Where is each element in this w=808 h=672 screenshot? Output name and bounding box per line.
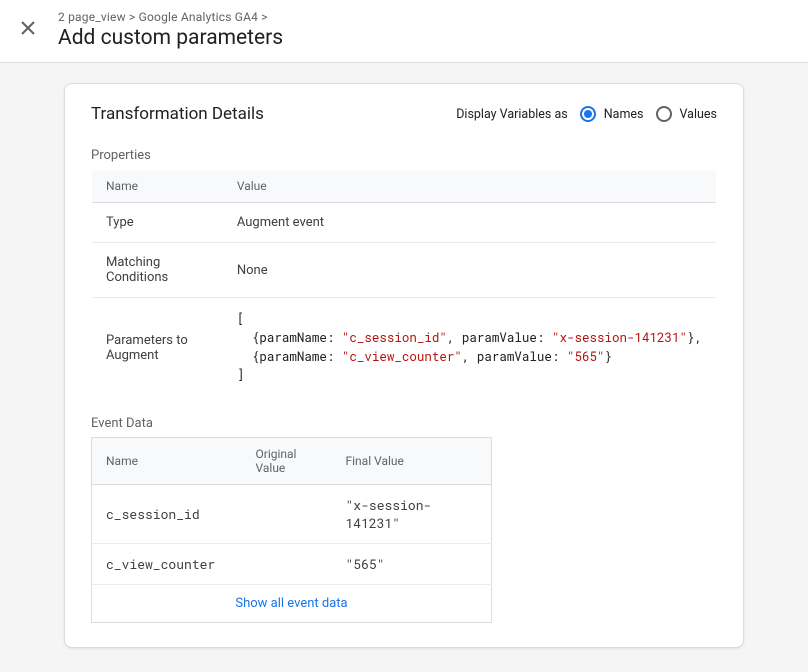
properties-col-name: Name (92, 170, 223, 203)
close-icon (21, 21, 35, 35)
card-title: Transformation Details (91, 104, 264, 124)
properties-section-label: Properties (91, 148, 717, 163)
property-value: Augment event (223, 203, 717, 243)
eventdata-show-all-row: Show all event data (92, 585, 492, 623)
eventdata-section-label: Event Data (91, 416, 717, 431)
breadcrumb: 2 page_view > Google Analytics GA4 > (58, 10, 283, 24)
eventdata-row: c_view_counter "565" (92, 544, 492, 585)
eventdata-table: Name Original Value Final Value c_sessio… (91, 437, 492, 623)
page-header: 2 page_view > Google Analytics GA4 > Add… (0, 0, 808, 63)
display-variables-label: Display Variables as (456, 107, 568, 122)
eventdata-col-final: Final Value (332, 438, 492, 485)
properties-col-value: Value (223, 170, 717, 203)
eventdata-col-orig: Original Value (242, 438, 332, 485)
details-card: Transformation Details Display Variables… (64, 83, 744, 648)
eventdata-orig (242, 544, 332, 585)
property-row-params: Parameters to Augment [ {paramName: "c_s… (92, 298, 717, 398)
radio-names[interactable] (580, 106, 596, 122)
params-code: [ {paramName: "c_session_id", paramValue… (237, 310, 702, 385)
page-title: Add custom parameters (58, 26, 283, 50)
eventdata-orig (242, 485, 332, 544)
property-name: Parameters to Augment (92, 298, 223, 398)
radio-values[interactable] (656, 106, 672, 122)
eventdata-row: c_session_id "x-session-141231" (92, 485, 492, 544)
property-value-code: [ {paramName: "c_session_id", paramValue… (223, 298, 717, 398)
property-row-match: Matching Conditions None (92, 243, 717, 298)
properties-table: Name Value Type Augment event Matching C… (91, 169, 717, 398)
property-name: Type (92, 203, 223, 243)
eventdata-name: c_view_counter (92, 544, 242, 585)
eventdata-name: c_session_id (92, 485, 242, 544)
eventdata-final: "x-session-141231" (332, 485, 492, 544)
show-all-event-data-link[interactable]: Show all event data (235, 596, 347, 611)
radio-names-label: Names (604, 107, 644, 122)
eventdata-final: "565" (332, 544, 492, 585)
property-name: Matching Conditions (92, 243, 223, 298)
property-value: None (223, 243, 717, 298)
display-variables-group: Display Variables as Names Values (456, 106, 717, 122)
property-row-type: Type Augment event (92, 203, 717, 243)
stage: Transformation Details Display Variables… (0, 63, 808, 672)
close-button[interactable] (16, 16, 40, 40)
eventdata-col-name: Name (92, 438, 242, 485)
radio-values-label: Values (680, 107, 718, 122)
